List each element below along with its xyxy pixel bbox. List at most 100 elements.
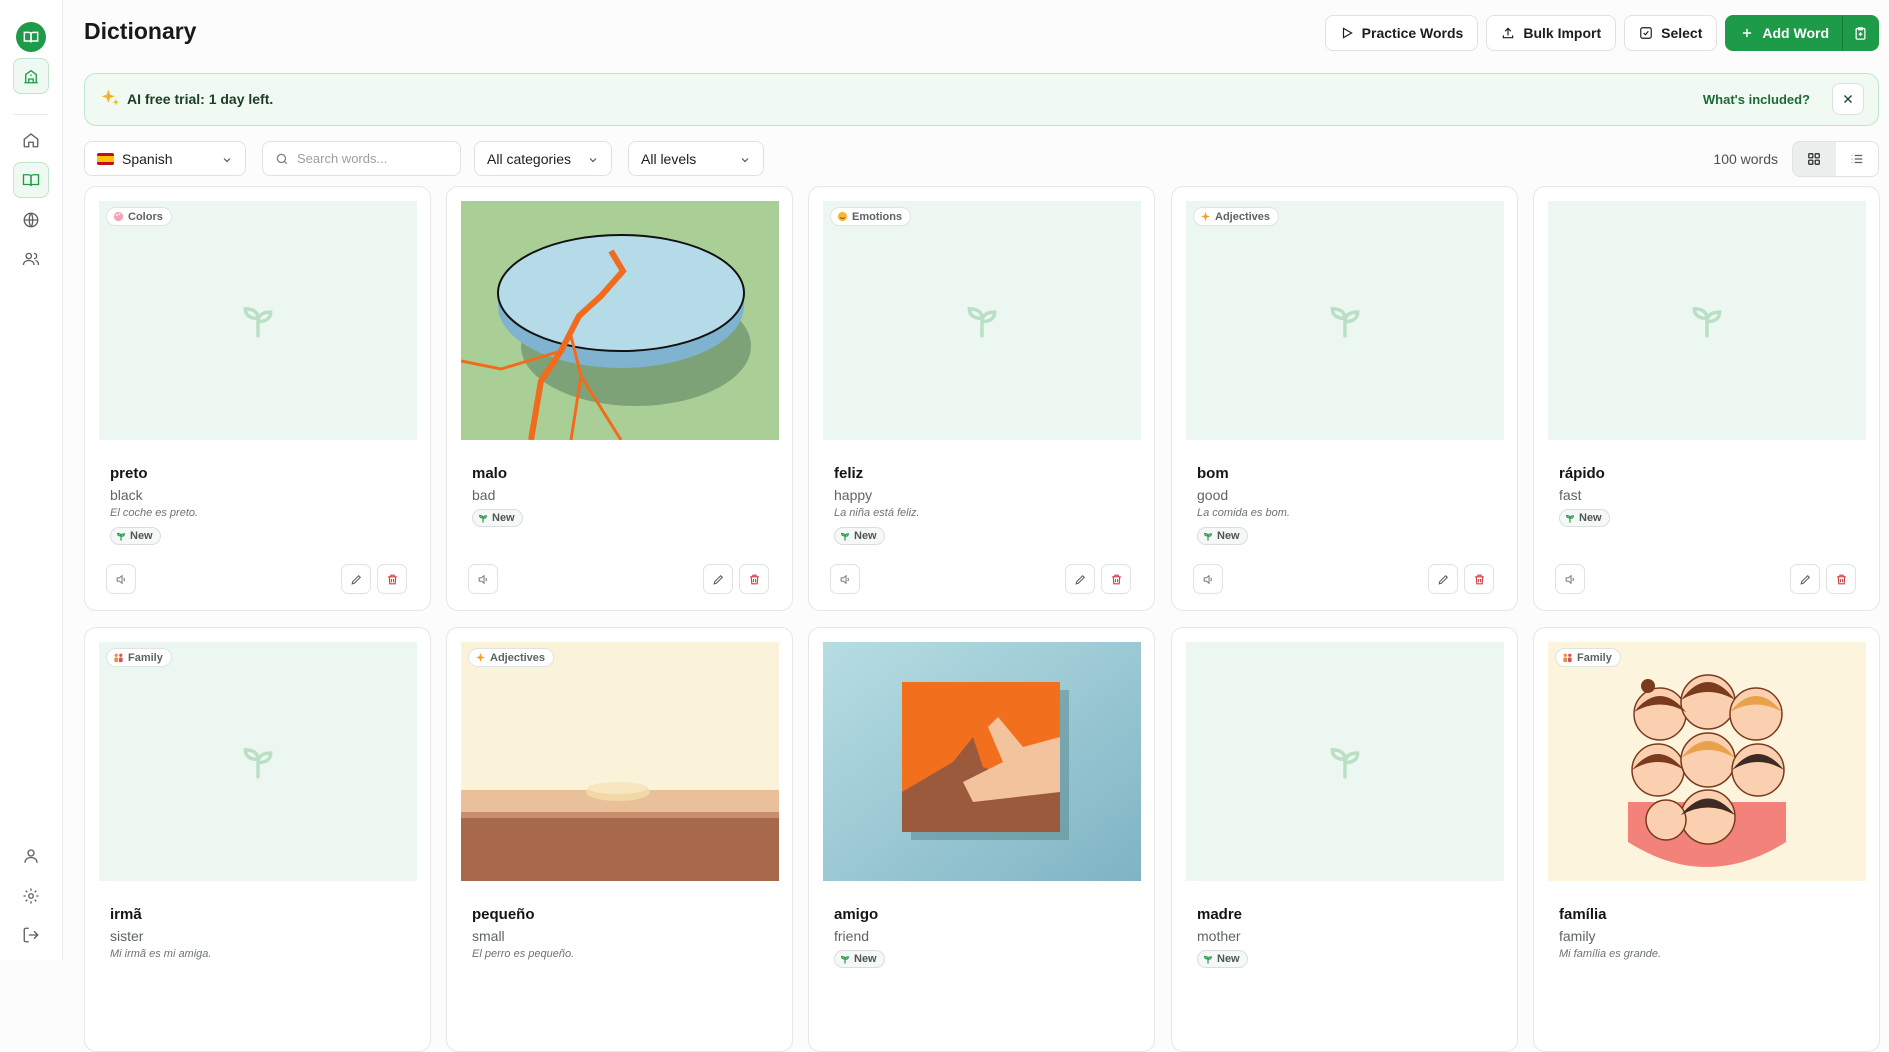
edit-button[interactable] <box>1428 564 1458 594</box>
grid-view-button[interactable] <box>1793 142 1836 176</box>
trial-banner-text: AI free trial: 1 day left. <box>127 91 274 107</box>
practice-words-label: Practice Words <box>1361 25 1464 41</box>
word-term: preto <box>110 465 148 482</box>
practice-words-button[interactable]: Practice Words <box>1324 15 1479 51</box>
word-translation: bad <box>472 487 496 503</box>
sidebar-item-dictionary[interactable] <box>13 162 49 198</box>
word-card[interactable]: Family família family Mi família es grande. <box>1533 627 1880 1052</box>
delete-button[interactable] <box>739 564 769 594</box>
word-card[interactable]: Adjectives bom good La comida es bom. New <box>1171 186 1518 611</box>
pronounce-button[interactable] <box>1193 564 1223 594</box>
trial-banner: AI free trial: 1 day left. What's includ… <box>84 73 1879 126</box>
word-term: bom <box>1197 465 1229 482</box>
seedling-icon <box>1204 955 1212 964</box>
app-logo[interactable] <box>16 22 46 52</box>
language-select[interactable]: Spanish <box>84 141 246 176</box>
word-card[interactable]: malo bad New <box>446 186 793 611</box>
search-input[interactable] <box>297 151 447 166</box>
sidebar-item-home[interactable] <box>13 122 49 158</box>
category-badge: Colors <box>106 207 172 226</box>
pronounce-button[interactable] <box>830 564 860 594</box>
filter-bar: Spanish All categories All levels 100 wo… <box>84 141 1879 177</box>
word-translation: friend <box>834 928 870 944</box>
edit-button[interactable] <box>341 564 371 594</box>
close-icon <box>1844 95 1852 103</box>
word-term: rápido <box>1559 465 1605 482</box>
category-badge-label: Adjectives <box>1215 210 1271 223</box>
grid-icon <box>1808 153 1821 165</box>
sprout-icon <box>1692 307 1722 338</box>
home-icon <box>23 133 39 148</box>
delete-button[interactable] <box>1101 564 1131 594</box>
word-card[interactable]: Adjectives pequeño small El perro es pequeñ… <box>446 627 793 1052</box>
family-illustration <box>1548 642 1866 881</box>
word-example: La comida es bom. <box>1197 507 1290 519</box>
delete-button[interactable] <box>1826 564 1856 594</box>
add-word-button[interactable]: Add Word <box>1725 15 1842 51</box>
view-toggle <box>1792 141 1879 177</box>
category-select-value: All categories <box>487 150 572 167</box>
sparkle-icon <box>475 652 486 663</box>
checkbox-icon <box>1640 27 1652 39</box>
delete-button[interactable] <box>1464 564 1494 594</box>
sidebar-item-settings[interactable] <box>13 878 49 914</box>
spain-flag-icon <box>97 152 114 165</box>
level-select[interactable]: All levels <box>628 141 764 176</box>
status-badge-label: New <box>1217 953 1240 965</box>
status-badge-label: New <box>130 530 153 542</box>
word-translation: small <box>472 928 505 944</box>
status-badge-label: New <box>1217 530 1240 542</box>
word-card[interactable]: Family irmã sister Mi irmã es mi amiga. <box>84 627 431 1052</box>
trash-icon <box>1111 574 1121 584</box>
seedling-icon <box>1566 514 1574 523</box>
banner-close-button[interactable] <box>1832 83 1864 115</box>
word-image <box>461 642 779 881</box>
add-word-split-button: Add Word <box>1725 15 1879 51</box>
select-button[interactable]: Select <box>1624 15 1718 51</box>
pencil-icon <box>1074 574 1085 585</box>
trash-icon <box>1836 574 1846 584</box>
category-badge: Emotions <box>830 207 912 226</box>
play-icon <box>1342 27 1353 39</box>
whats-included-link[interactable]: What's included? <box>1703 92 1810 107</box>
edit-button[interactable] <box>1065 564 1095 594</box>
pronounce-button[interactable] <box>468 564 498 594</box>
add-word-label: Add Word <box>1762 25 1829 41</box>
sidebar-item-explore[interactable] <box>13 202 49 238</box>
pencil-icon <box>350 574 361 585</box>
word-image <box>1548 642 1866 881</box>
seedling-icon <box>479 514 487 523</box>
pronounce-button[interactable] <box>1555 564 1585 594</box>
word-term: madre <box>1197 906 1243 923</box>
word-card[interactable]: rápido fast New <box>1533 186 1880 611</box>
sidebar-item-profile[interactable] <box>13 838 49 874</box>
word-card[interactable]: amigo friend New <box>808 627 1155 1052</box>
sparkle-icon <box>101 89 120 106</box>
sidebar-item-school[interactable] <box>13 58 49 94</box>
trash-icon <box>1474 574 1484 584</box>
pronounce-button[interactable] <box>106 564 136 594</box>
list-view-button[interactable] <box>1836 142 1879 176</box>
word-translation: good <box>1197 487 1229 503</box>
main-content: Dictionary Practice Words Bulk Import Se… <box>84 0 1880 1052</box>
sparkle-icon <box>1200 211 1211 222</box>
edit-button[interactable] <box>1790 564 1820 594</box>
seedling-icon <box>841 955 849 964</box>
bulk-import-button[interactable]: Bulk Import <box>1486 15 1617 51</box>
add-word-options-button[interactable] <box>1842 15 1879 51</box>
sidebar <box>0 0 63 960</box>
word-card[interactable]: Emotions feliz happy La niña está feliz. New <box>808 186 1155 611</box>
word-card[interactable]: Colors preto black El coche es preto. New <box>84 186 431 611</box>
word-card[interactable]: madre mother New <box>1171 627 1518 1052</box>
sidebar-item-logout[interactable] <box>13 917 49 953</box>
chevron-down-icon <box>589 158 597 163</box>
globe-icon <box>23 212 39 228</box>
category-select[interactable]: All categories <box>474 141 612 176</box>
trash-icon <box>387 574 397 584</box>
edit-button[interactable] <box>703 564 733 594</box>
book-open-icon <box>22 174 40 187</box>
status-badge: New <box>834 527 885 545</box>
sidebar-item-community[interactable] <box>13 241 49 277</box>
delete-button[interactable] <box>377 564 407 594</box>
cracked-stone-illustration <box>461 201 779 440</box>
